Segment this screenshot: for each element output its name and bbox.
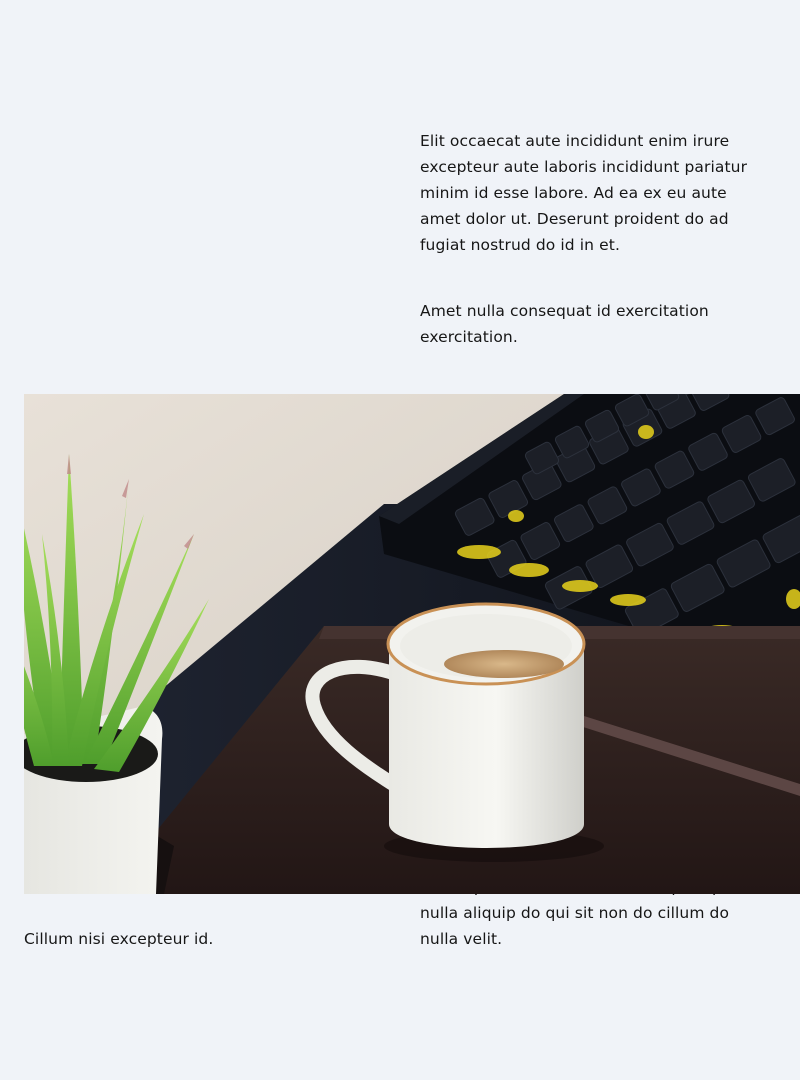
intro-paragraph: Elit occaecat aute incididunt enim irure… — [420, 132, 748, 254]
caption-paragraph: Cillum nisi excepteur id. — [24, 930, 214, 948]
desk-photo — [24, 394, 800, 894]
secondary-paragraph: Amet nulla consequat id exercitation exe… — [420, 302, 709, 346]
